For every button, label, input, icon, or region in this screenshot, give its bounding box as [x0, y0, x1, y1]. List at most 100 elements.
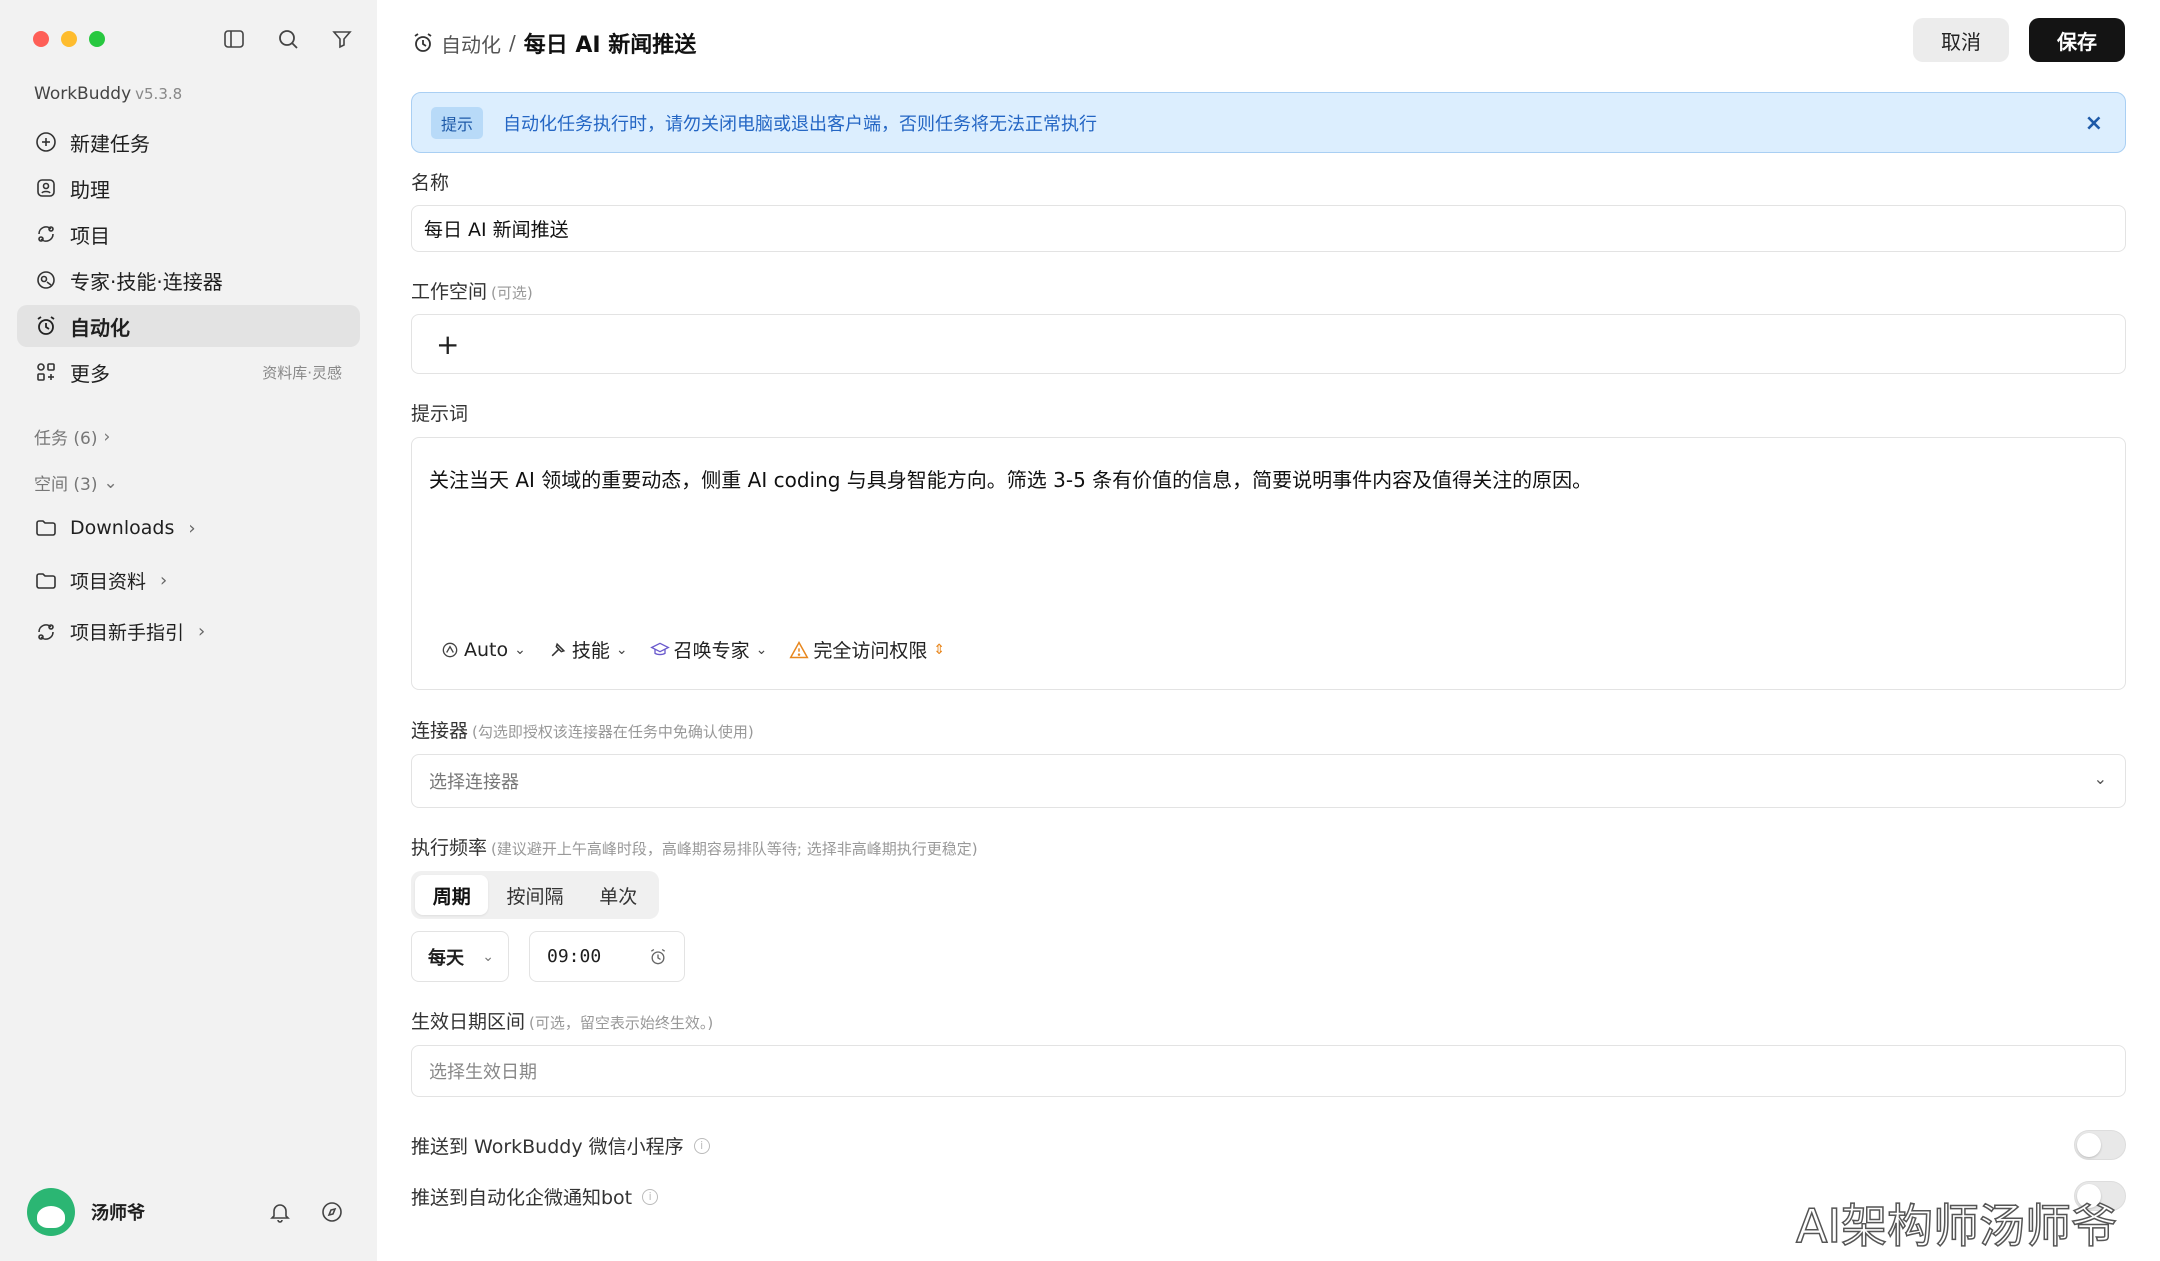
- time-picker[interactable]: 09:00: [529, 931, 685, 982]
- name-field[interactable]: 每日 AI 新闻推送: [411, 205, 2126, 252]
- minimize-window-button[interactable]: [61, 31, 77, 47]
- date-range-label-text: 生效日期区间: [411, 1011, 526, 1033]
- push-wechat-toggle[interactable]: [2074, 1130, 2126, 1160]
- chevron-down-icon: ⌄: [482, 948, 494, 965]
- prompt-label-text: 提示词: [411, 403, 469, 425]
- project-icon: [38, 226, 54, 242]
- cancel-button[interactable]: 取消: [1913, 18, 2009, 62]
- sidebar-item-more[interactable]: 更多 资料库·灵感: [17, 351, 360, 393]
- sidebar-item-experts[interactable]: 专家·技能·连接器: [17, 259, 360, 301]
- model-label: Auto: [464, 638, 509, 661]
- graduation-cap-icon: [649, 642, 670, 655]
- tip-text: 自动化任务执行时，请勿关闭电脑或退出客户端，否则任务将无法正常执行: [503, 113, 1098, 135]
- user-name: 汤师爷: [91, 1203, 145, 1224]
- date-range-label: 生效日期区间 (可选，留空表示始终生效。): [411, 1007, 713, 1034]
- name-label-text: 名称: [411, 172, 450, 194]
- folder-icon: [36, 520, 56, 536]
- frequency-tabs: 周期 按间隔 单次: [411, 871, 659, 919]
- filter-icon[interactable]: [330, 27, 354, 51]
- frequency-label-text: 执行频率: [411, 837, 488, 859]
- connector-select[interactable]: 选择连接器 ⌄: [411, 754, 2126, 808]
- bell-icon[interactable]: [268, 1200, 292, 1224]
- grid-icon: [37, 363, 55, 381]
- prompt-label: 提示词: [411, 399, 468, 426]
- connector-hint: (勾选即授权该连接器在任务中免确认使用): [472, 723, 754, 741]
- name-label: 名称: [411, 168, 449, 195]
- save-button[interactable]: 保存: [2029, 18, 2125, 62]
- sidebar-item-automation[interactable]: 自动化: [17, 305, 360, 347]
- app-version: v5.3.8: [135, 85, 183, 103]
- expert-icon: [37, 271, 55, 289]
- info-icon[interactable]: i: [693, 1137, 710, 1154]
- model-icon: [442, 642, 458, 657]
- sidebar-item-label: 专家·技能·连接器: [70, 269, 223, 294]
- push-wechat-row: 推送到 WorkBuddy 微信小程序 i: [411, 1132, 710, 1159]
- time-value: 09:00: [547, 946, 602, 967]
- tab-periodic[interactable]: 周期: [415, 875, 489, 915]
- breadcrumb-parent[interactable]: 自动化: [441, 29, 501, 58]
- folder-item-label: 项目资料: [70, 571, 147, 593]
- project-icon: [38, 623, 54, 640]
- chevron-down-icon: ⌄: [514, 641, 526, 658]
- tab-interval[interactable]: 按间隔: [488, 875, 581, 915]
- prompt-editor[interactable]: 关注当天 AI 领域的重要动态，侧重 AI coding 与具身智能方向。筛选 …: [411, 437, 2126, 690]
- sidebar-item-assistant[interactable]: 助理: [17, 167, 360, 209]
- day-select[interactable]: 每天 ⌄: [411, 931, 509, 982]
- chevron-right-icon: ›: [160, 570, 168, 591]
- model-selector[interactable]: Auto ⌄: [440, 639, 526, 661]
- window-controls: [33, 31, 105, 47]
- chevron-down-icon: ⌄: [615, 641, 628, 658]
- breadcrumb: 自动化 / 每日 AI 新闻推送: [411, 27, 696, 59]
- date-range-placeholder: 选择生效日期: [429, 1062, 537, 1083]
- skill-icon: [551, 642, 566, 656]
- main-panel: 自动化 / 每日 AI 新闻推送 取消 保存 提示 自动化任务执行时，请勿关闭电…: [377, 0, 2160, 1261]
- maximize-window-button[interactable]: [89, 31, 105, 47]
- skills-selector[interactable]: 技能 ⌄: [548, 636, 628, 663]
- date-range-picker[interactable]: 选择生效日期: [411, 1045, 2126, 1097]
- plus-circle-icon: [36, 132, 56, 152]
- sidebar-bottom-actions: [268, 1200, 344, 1224]
- workspace-field: +: [411, 314, 2126, 374]
- page-title: 每日 AI 新闻推送: [523, 33, 697, 58]
- updown-icon: ⇕: [933, 641, 946, 658]
- connector-placeholder: 选择连接器: [429, 772, 519, 793]
- compass-icon[interactable]: [320, 1200, 344, 1224]
- info-icon[interactable]: i: [642, 1188, 659, 1205]
- connector-label: 连接器 (勾选即授权该连接器在任务中免确认使用): [411, 716, 754, 743]
- sidebar-item-label: 新建任务: [70, 131, 150, 156]
- experts-selector[interactable]: 召唤专家 ⌄: [649, 636, 768, 663]
- sidebar-item-new-task[interactable]: 新建任务: [17, 121, 360, 163]
- day-value: 每天: [428, 947, 464, 969]
- workspace-hint: (可选): [491, 284, 533, 302]
- experts-label: 召唤专家: [673, 640, 750, 662]
- alarm-clock-icon: [414, 33, 432, 52]
- sidebar-item-label: 自动化: [70, 315, 130, 340]
- sidebar-item-label: 助理: [70, 177, 110, 202]
- user-profile[interactable]: 汤师爷: [27, 1188, 145, 1236]
- tasks-group-header[interactable]: 任务 (6) ›: [34, 424, 110, 450]
- folder-item-onboarding[interactable]: 项目新手指引 ›: [34, 618, 205, 645]
- close-icon[interactable]: ×: [2085, 111, 2103, 136]
- chevron-down-icon: ⌄: [755, 641, 768, 658]
- frequency-label: 执行频率 (建议避开上午高峰时段，高峰期容易排队等待; 选择非高峰期执行更稳定): [411, 833, 978, 860]
- sidebar-toolbar: [222, 27, 354, 51]
- close-window-button[interactable]: [33, 31, 49, 47]
- folder-item-label: Downloads: [70, 517, 175, 539]
- folder-icon: [36, 572, 56, 589]
- sidebar-item-projects[interactable]: 项目: [17, 213, 360, 255]
- search-icon[interactable]: [276, 27, 300, 51]
- access-selector[interactable]: 完全访问权限 ⇕: [789, 636, 945, 663]
- tab-once[interactable]: 单次: [582, 875, 655, 915]
- sidebar-item-extra: 资料库·灵感: [262, 363, 342, 382]
- add-workspace-button[interactable]: +: [436, 328, 459, 361]
- folder-item-project-docs[interactable]: 项目资料 ›: [34, 567, 167, 594]
- prompt-text[interactable]: 关注当天 AI 领域的重要动态，侧重 AI coding 与具身智能方向。筛选 …: [429, 464, 1592, 493]
- avatar[interactable]: [27, 1188, 75, 1236]
- prompt-toolbar: Auto ⌄ 技能 ⌄ 召唤专家 ⌄ 完全访问权限 ⇕: [440, 636, 945, 663]
- app-name: WorkBuddy v5.3.8: [34, 84, 182, 104]
- folder-item-downloads[interactable]: Downloads ›: [34, 516, 196, 540]
- spaces-group-header[interactable]: 空间 (3) ⌄: [34, 470, 118, 496]
- sidebar-toggle-icon[interactable]: [222, 27, 246, 51]
- sidebar-item-label: 项目: [70, 223, 110, 248]
- chevron-down-icon: ⌄: [103, 472, 118, 493]
